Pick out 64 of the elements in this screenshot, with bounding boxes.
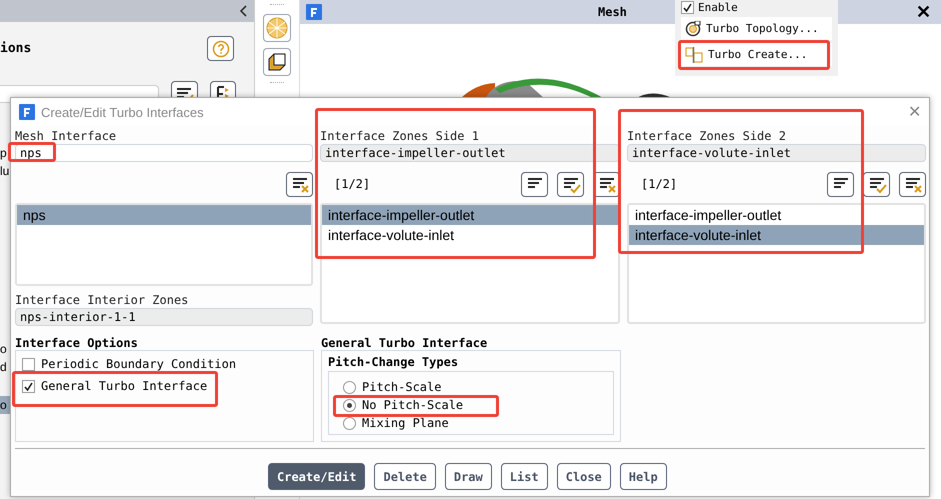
- group-title: Interface Options: [15, 336, 139, 350]
- list-item[interactable]: interface-impeller-outlet: [629, 205, 924, 225]
- panel-title: ions: [0, 41, 32, 56]
- turbine-icon: [685, 20, 701, 36]
- list-item[interactable]: interface-volute-inlet: [629, 225, 924, 245]
- select-button[interactable]: [863, 172, 890, 196]
- checkbox[interactable]: [22, 380, 35, 392]
- panel-text: lu: [0, 163, 10, 180]
- dialog-button[interactable]: Close: [556, 463, 611, 490]
- dialog-button[interactable]: List: [500, 463, 548, 490]
- radio-button[interactable]: [343, 398, 356, 412]
- selection-count: [1/2]: [333, 177, 370, 191]
- select-all-button[interactable]: [521, 172, 548, 196]
- panel-text: o: [0, 396, 10, 414]
- panel-text: d: [0, 359, 8, 376]
- readonly-field: interface-impeller-outlet: [320, 144, 620, 162]
- checkbox-label: Enable: [698, 0, 738, 14]
- list-item[interactable]: interface-impeller-outlet: [322, 205, 618, 225]
- checkbox-label: General Turbo Interface: [41, 379, 208, 393]
- collapse-icon[interactable]: [240, 5, 248, 17]
- app-logo-icon: [306, 4, 322, 20]
- radio-label: Pitch-Scale: [362, 380, 442, 394]
- group-title: Pitch-Change Types: [328, 355, 460, 369]
- select-button[interactable]: [557, 172, 584, 196]
- deselect-button[interactable]: [286, 172, 313, 196]
- selection-count: [1/2]: [640, 177, 678, 191]
- deselect-button[interactable]: [899, 172, 926, 196]
- app-logo-icon: [19, 104, 35, 120]
- readonly-field: interface-volute-inlet: [627, 144, 926, 162]
- sphere-icon: [266, 17, 288, 39]
- radio-label: Mixing Plane: [362, 416, 449, 430]
- cube-icon: [267, 52, 287, 72]
- interface-icon: [685, 46, 703, 62]
- dialog-button[interactable]: Delete: [374, 463, 436, 490]
- help-icon: [212, 40, 230, 58]
- list-item[interactable]: interface-volute-inlet: [322, 225, 618, 245]
- close-button[interactable]: ✕: [912, 1, 935, 23]
- input-field[interactable]: nps: [15, 144, 313, 162]
- field-label: Mesh Interface: [15, 128, 118, 144]
- list-item[interactable]: nps: [17, 205, 311, 225]
- readonly-field: nps-interior-1-1: [15, 308, 313, 326]
- dialog-title: Create/Edit Turbo Interfaces: [41, 104, 205, 120]
- window-title: Mesh: [598, 5, 627, 19]
- box-button[interactable]: [263, 48, 291, 76]
- group-title: General Turbo Interface: [321, 336, 488, 350]
- mesh-sphere-button[interactable]: [263, 14, 291, 42]
- select-all-button[interactable]: [827, 172, 854, 196]
- radio-button[interactable]: [343, 416, 356, 430]
- help-button[interactable]: [207, 36, 234, 61]
- radio-button[interactable]: [343, 380, 356, 394]
- radio-label: No Pitch-Scale: [362, 398, 464, 412]
- field-label: Interface Zones Side 2: [627, 128, 787, 144]
- field-label: Interface Zones Side 1: [320, 128, 480, 144]
- menu-item[interactable]: Turbo Topology...: [681, 17, 832, 40]
- field-label: Interface Interior Zones: [15, 292, 190, 308]
- dialog-button[interactable]: Draw: [444, 463, 492, 490]
- dialog-button[interactable]: Create/Edit: [268, 463, 366, 490]
- checkbox-label: Periodic Boundary Condition: [41, 357, 236, 371]
- checkbox[interactable]: [681, 0, 694, 14]
- dialog-button[interactable]: Help: [620, 463, 667, 490]
- close-button[interactable]: ✕: [908, 102, 921, 122]
- panel-text: p: [0, 145, 8, 162]
- checkbox[interactable]: [22, 358, 35, 370]
- panel-text: o: [0, 341, 8, 358]
